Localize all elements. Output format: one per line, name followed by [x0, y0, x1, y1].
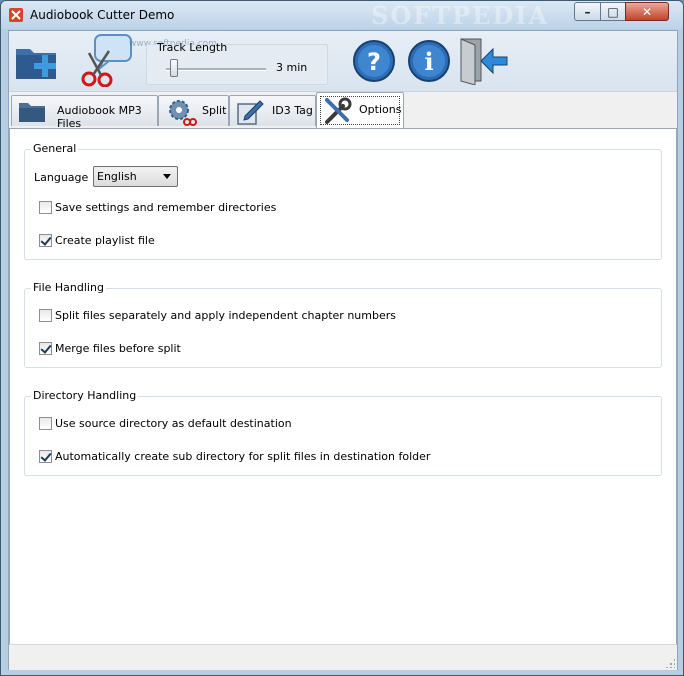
app-window: Audiobook Cutter Demo SOFTPEDIA – □ ✕ ww…	[0, 0, 684, 676]
split-separately-checkbox[interactable]	[39, 309, 52, 322]
tab-options[interactable]: Options	[316, 92, 404, 128]
merge-files-checkbox[interactable]	[39, 342, 52, 355]
folder-add-icon[interactable]	[14, 39, 60, 85]
chevron-down-icon	[163, 174, 171, 179]
create-playlist-label[interactable]: Create playlist file	[55, 234, 155, 247]
tab-split[interactable]: Split	[158, 95, 229, 126]
tab-split-label: Split	[202, 104, 227, 117]
window-title: Audiobook Cutter Demo	[30, 8, 175, 22]
merge-files-label[interactable]: Merge files before split	[55, 342, 181, 355]
language-select[interactable]: English	[93, 166, 178, 187]
close-icon: ✕	[641, 4, 653, 19]
minimize-icon: –	[584, 4, 591, 19]
app-icon	[9, 8, 23, 22]
track-length-panel: Track Length 3 min	[146, 41, 328, 85]
tools-icon	[325, 97, 352, 124]
client-area: www.softpedia.com Track Length 3 min ? i	[8, 30, 678, 670]
title-bar[interactable]: Audiobook Cutter Demo SOFTPEDIA – □ ✕	[1, 1, 683, 30]
use-source-directory-checkbox[interactable]	[39, 417, 52, 430]
track-length-slider-thumb[interactable]	[170, 59, 178, 77]
save-settings-label[interactable]: Save settings and remember directories	[55, 201, 276, 214]
svg-text:?: ?	[367, 48, 381, 76]
track-length-label: Track Length	[157, 41, 228, 54]
auto-subdirectory-checkbox[interactable]	[39, 450, 52, 463]
tab-options-label: Options	[359, 103, 402, 116]
tab-strip: Audiobook MP3 Files Split ID3 Tag Option…	[9, 92, 677, 130]
auto-subdirectory-label[interactable]: Automatically create sub directory for s…	[55, 450, 430, 463]
split-separately-label[interactable]: Split files separately and apply indepen…	[55, 309, 396, 322]
use-source-directory-label[interactable]: Use source directory as default destinat…	[55, 417, 292, 430]
maximize-button[interactable]: □	[600, 2, 626, 21]
general-group-title: General	[31, 142, 79, 155]
help-icon[interactable]: ?	[352, 39, 396, 83]
save-settings-checkbox[interactable]	[39, 201, 52, 214]
toolbar: www.softpedia.com Track Length 3 min ? i	[9, 31, 677, 92]
minimize-button[interactable]: –	[574, 2, 601, 21]
track-length-slider[interactable]	[166, 68, 266, 71]
language-label: Language	[34, 171, 89, 184]
close-button[interactable]: ✕	[625, 2, 669, 21]
gear-scissors-icon	[169, 100, 197, 126]
tab-id3-tag-label: ID3 Tag	[272, 104, 313, 117]
directory-handling-group-title: Directory Handling	[31, 389, 139, 402]
file-handling-group: File Handling Split files separately and…	[24, 281, 662, 368]
svg-text:i: i	[424, 47, 433, 76]
options-panel: General Language English Save settings a…	[9, 128, 677, 645]
file-handling-group-title: File Handling	[31, 281, 106, 294]
tab-audiobook-mp3-files-label: Audiobook MP3 Files	[57, 104, 142, 130]
tab-id3-tag[interactable]: ID3 Tag	[229, 95, 316, 126]
track-length-value: 3 min	[276, 61, 308, 74]
language-select-value: English	[97, 170, 137, 183]
general-group: General Language English Save settings a…	[24, 142, 662, 260]
pencil-icon	[237, 100, 264, 125]
status-bar	[9, 644, 677, 670]
resize-grip[interactable]	[665, 658, 675, 668]
softpedia-watermark: SOFTPEDIA	[371, 1, 550, 30]
tab-audiobook-mp3-files[interactable]: Audiobook MP3 Files	[11, 95, 158, 130]
scissors-icon[interactable]	[79, 33, 135, 87]
maximize-icon: □	[607, 4, 619, 19]
create-playlist-checkbox[interactable]	[39, 234, 52, 247]
info-icon[interactable]: i	[407, 39, 451, 83]
directory-handling-group: Directory Handling Use source directory …	[24, 389, 662, 476]
exit-door-icon[interactable]	[459, 37, 509, 85]
folder-icon	[19, 103, 45, 122]
